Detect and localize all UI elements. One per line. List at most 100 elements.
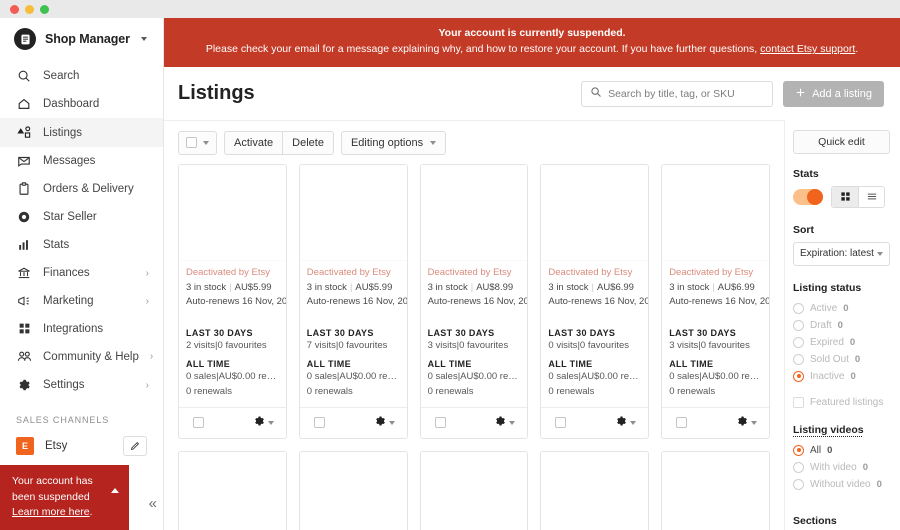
listing-card[interactable]: Deactivated by Etsy 3 in stock | AU$5.99 Aut… [178,163,287,439]
filter-status-expired[interactable]: Expired 0 [793,334,890,351]
listing-thumbnail[interactable] [420,164,528,261]
listings-scroll-area[interactable]: Deactivated by Etsy 3 in stock | AU$5.99 Aut… [164,163,784,530]
filter-status-draft[interactable]: Draft 0 [793,317,890,334]
sort-select[interactable]: Expiration: latest [793,241,890,266]
listing-card[interactable]: Deactivated by Etsy 3 in stock | AU$6.99 Aut… [540,163,650,439]
listing-select-checkbox[interactable] [555,417,567,429]
listing-thumbnail[interactable] [179,451,286,530]
listing-visits: 3 visits [669,339,699,351]
listing-options-button[interactable] [253,414,274,432]
sidebar-item-marketing[interactable]: Marketing › [0,287,163,315]
listing-videos-label: Listing videos [793,423,864,436]
radio-icon[interactable] [793,478,804,490]
all-time-values: 0 sales|AU$0.00 reve... [428,369,521,384]
listing-videos-group: All 0 With video 0 Without video 0 [793,442,890,493]
contact-support-link[interactable]: contact Etsy support [760,43,855,55]
shop-manager-header[interactable]: Shop Manager [0,18,163,62]
listing-card-placeholder[interactable] [661,450,770,530]
listing-thumbnail[interactable] [662,164,769,261]
listing-renews: Auto-renews 16 Nov, 2022 [186,296,287,308]
sales-channel-etsy[interactable]: E Etsy [0,432,163,460]
listing-thumbnail[interactable] [299,164,407,261]
listing-card-placeholder[interactable] [298,450,408,530]
search-container[interactable] [581,80,774,107]
sidebar-item-listings[interactable]: Listings [0,118,163,147]
filter-video-with-video[interactable]: With video 0 [793,459,890,476]
radio-icon[interactable] [793,353,804,365]
listing-stock-price: 3 in stock | AU$6.99 [548,281,641,296]
chevron-up-icon[interactable] [111,488,119,494]
listing-options-button[interactable] [374,414,395,432]
listing-thumbnail[interactable] [541,164,649,261]
filter-status-inactive[interactable]: Inactive 0 [793,368,890,385]
listing-thumbnail[interactable] [541,451,649,530]
radio-icon[interactable] [793,319,804,331]
delete-button[interactable]: Delete [283,130,334,155]
featured-listings-checkbox[interactable] [793,396,804,408]
sales-channel-label: Etsy [45,440,68,452]
listing-options-button[interactable] [615,414,637,432]
search-input[interactable] [608,87,765,100]
listing-card-placeholder[interactable] [178,450,287,530]
listing-visits: 3 visits [427,339,457,351]
chevron-down-icon [267,420,274,425]
radio-icon[interactable] [793,461,804,473]
grid-view-button[interactable] [832,186,858,207]
sidebar-item-integrations[interactable]: Integrations [0,315,163,342]
radio-icon[interactable] [793,444,804,456]
account-suspended-pill[interactable]: Your account has been suspended Learn mo… [0,465,129,530]
listing-thumbnail[interactable] [299,451,407,530]
last-30-days-heading: LAST 30 DAYS [186,327,253,338]
collapse-sidebar-button[interactable]: « [149,495,157,512]
suspend-pill-period: . [89,505,93,518]
select-all-dropdown[interactable] [178,130,217,155]
listing-select-checkbox[interactable] [313,417,325,429]
filter-video-all[interactable]: All 0 [793,442,890,459]
listing-thumbnail[interactable] [662,451,769,530]
list-view-button[interactable] [858,186,884,207]
listing-thumbnail[interactable] [420,451,528,530]
listing-select-checkbox[interactable] [676,417,688,429]
filter-status-active[interactable]: Active 0 [793,300,890,317]
radio-icon[interactable] [793,370,804,382]
listing-card-placeholder[interactable] [540,450,650,530]
sidebar-item-stats[interactable]: Stats [0,231,163,259]
listing-options-button[interactable] [736,414,757,432]
add-a-listing-button[interactable]: Add a listing [783,80,884,107]
featured-listings-row[interactable]: Featured listings [793,389,890,408]
sidebar-item-messages[interactable]: Messages [0,147,163,175]
learn-more-link[interactable]: Learn more here [12,506,90,518]
activate-button[interactable]: Activate [224,130,284,155]
listing-card-placeholder[interactable] [419,450,529,530]
listing-options-button[interactable] [494,414,516,432]
listing-card[interactable]: Deactivated by Etsy 3 in stock | AU$6.99 Aut… [661,163,770,439]
sidebar-item-search[interactable]: Search [0,62,163,90]
filter-status-sold-out[interactable]: Sold Out 0 [793,351,890,368]
stats-toggle[interactable] [793,188,823,205]
close-window-icon[interactable] [10,4,19,14]
quick-edit-button[interactable]: Quick edit [793,129,890,154]
sidebar-item-orders-delivery[interactable]: Orders & Delivery [0,175,163,203]
radio-icon[interactable] [793,302,804,314]
listing-select-checkbox[interactable] [434,417,446,429]
sidebar-item-community-help[interactable]: Community & Help › [0,342,163,371]
sidebar-item-finances[interactable]: Finances › [0,259,163,287]
minimize-window-icon[interactable] [25,4,34,14]
sidebar-item-settings[interactable]: Settings › [0,371,163,399]
toggle-knob [807,188,823,205]
listing-card[interactable]: Deactivated by Etsy 3 in stock | AU$5.99 Aut… [298,163,408,439]
listing-thumbnail[interactable] [179,164,286,261]
filter-video-without-video[interactable]: Without video 0 [793,476,890,493]
last-30-days-values: 2 visits|0 favourites [186,338,279,353]
sidebar-item-star-seller[interactable]: Star Seller [0,203,163,231]
listing-card[interactable]: Deactivated by Etsy 3 in stock | AU$8.99 Aut… [419,163,529,439]
sidebar-item-dashboard[interactable]: Dashboard [0,90,163,118]
edit-shop-button[interactable] [123,436,147,456]
radio-icon[interactable] [793,336,804,348]
editing-options-button[interactable]: Editing options [340,130,447,155]
listing-favourites: 0 favourites [338,339,388,351]
select-all-checkbox[interactable] [186,137,197,149]
maximize-window-icon[interactable] [40,4,49,14]
listing-renews: Auto-renews 16 Nov, 2022 [669,296,770,308]
listing-select-checkbox[interactable] [193,417,204,429]
